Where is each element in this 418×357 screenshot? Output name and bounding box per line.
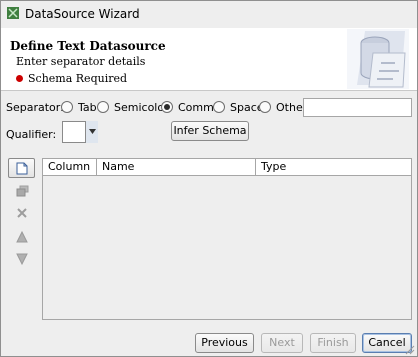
new-row-button[interactable] <box>8 158 35 178</box>
next-button[interactable]: Next <box>261 333 303 353</box>
infer-schema-button[interactable]: Infer Schema <box>171 121 249 141</box>
page-title: Define Text Datasource <box>10 39 166 53</box>
title-bar[interactable]: DataSource Wizard <box>1 1 417 28</box>
status-message: Schema Required <box>28 72 128 85</box>
table-header: Column Name Type <box>43 159 411 176</box>
semicolon-radio[interactable] <box>97 101 109 113</box>
other-separator-input[interactable] <box>303 98 412 117</box>
other-radio[interactable] <box>259 101 271 113</box>
qualifier-label: Qualifier: <box>6 128 57 141</box>
previous-button[interactable]: Previous <box>195 333 254 353</box>
status-error-icon <box>16 75 23 82</box>
comma-radio[interactable] <box>161 101 173 113</box>
app-icon <box>7 7 19 19</box>
copy-row-button[interactable] <box>8 181 35 201</box>
chevron-down-icon <box>89 129 96 134</box>
column-header-column[interactable]: Column <box>43 159 97 175</box>
space-radio[interactable] <box>213 101 225 113</box>
window-title: DataSource Wizard <box>25 7 140 21</box>
schema-table[interactable]: Column Name Type <box>42 158 412 320</box>
move-down-button[interactable] <box>8 249 35 269</box>
move-up-button[interactable] <box>8 227 35 247</box>
delete-row-button[interactable] <box>8 203 35 223</box>
move-up-icon <box>16 231 28 243</box>
delete-icon <box>17 208 27 218</box>
separator-label: Separator: <box>6 101 64 114</box>
tab-radio[interactable] <box>61 101 73 113</box>
move-down-icon <box>16 253 28 265</box>
resize-grip-icon[interactable] <box>403 343 415 355</box>
column-header-type[interactable]: Type <box>256 159 411 175</box>
wizard-header: Define Text Datasource Enter separator d… <box>1 28 417 91</box>
database-wizard-icon <box>347 29 409 89</box>
new-row-icon <box>16 162 28 175</box>
copy-icon <box>16 185 29 197</box>
qualifier-dropdown-button[interactable] <box>85 121 98 143</box>
tab-radio-label[interactable]: Tab <box>78 101 97 114</box>
page-subtitle: Enter separator details <box>16 55 146 68</box>
finish-button[interactable]: Finish <box>310 333 356 353</box>
column-header-name[interactable]: Name <box>97 159 256 175</box>
